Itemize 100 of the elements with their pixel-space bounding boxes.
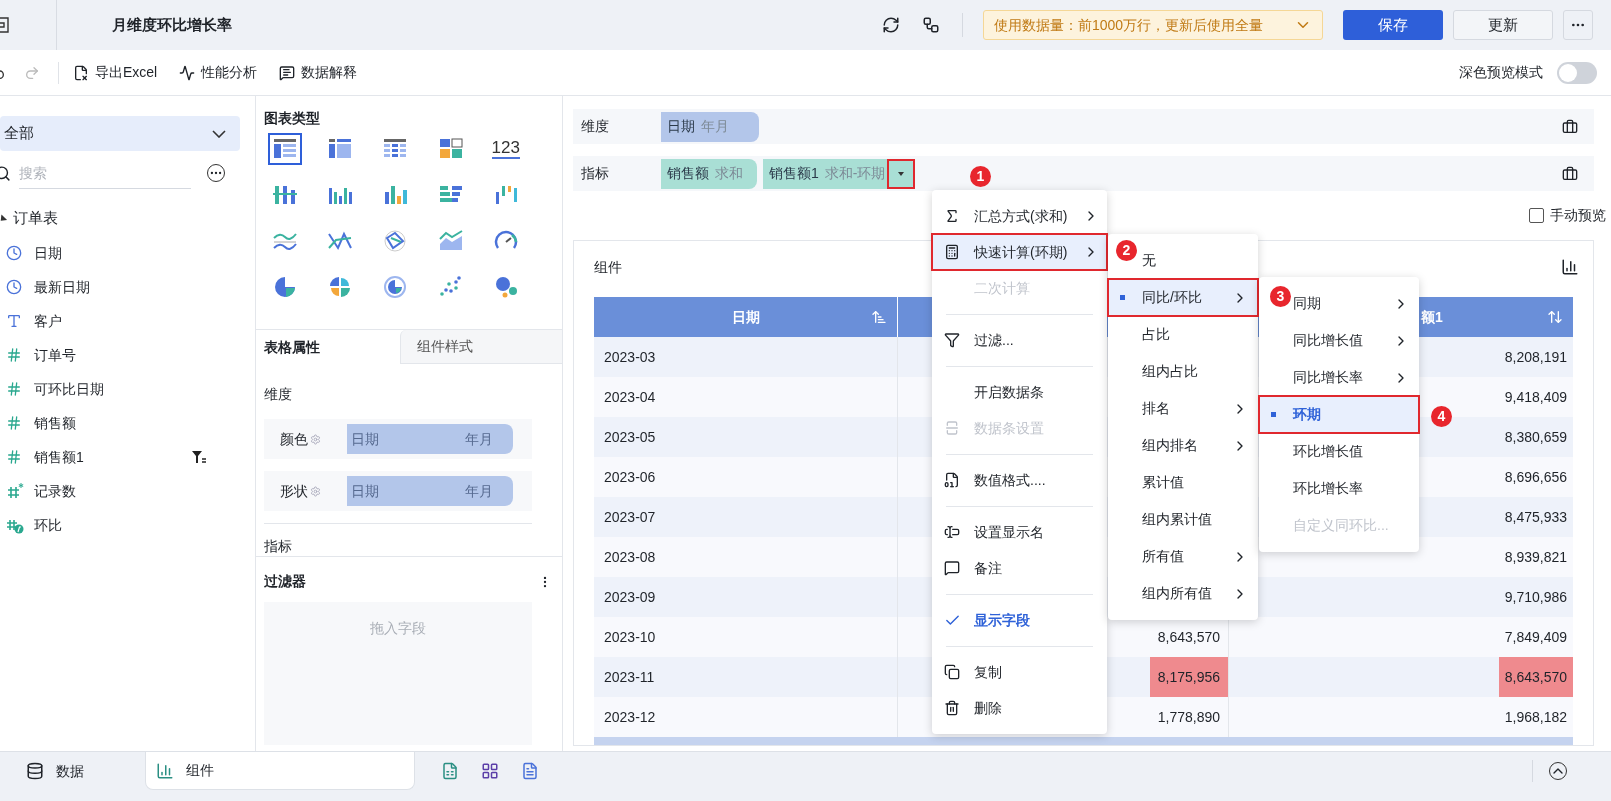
tree-node[interactable]: 订单表 [0, 201, 239, 236]
menu-item[interactable]: 同比增长值 [1293, 322, 1409, 359]
menu-item[interactable]: 显示字段 [932, 602, 1107, 638]
selected-marker-icon [1120, 295, 1125, 300]
add-chart-icon[interactable] [441, 762, 459, 780]
bars-icon[interactable] [1561, 258, 1579, 276]
menu-item[interactable]: 开启数据条 [932, 374, 1107, 410]
menu-item[interactable]: 组内占比 [1142, 353, 1248, 390]
toolbar-button[interactable]: 数据解释 [279, 62, 358, 83]
menu-item[interactable]: 快速计算(环期) [932, 234, 1107, 270]
field-item[interactable]: 日期 [34, 242, 239, 264]
checkbox[interactable] [1529, 207, 1544, 223]
menu-item[interactable]: 复制 [932, 654, 1107, 690]
briefcase-icon[interactable] [1562, 118, 1578, 135]
field-item[interactable]: 环比 [34, 514, 239, 536]
sigma-icon [944, 208, 960, 224]
filter-icon [944, 332, 960, 348]
comment-icon [944, 560, 960, 576]
toolbar-button[interactable]: 性能分析 [179, 62, 258, 83]
copy-icon [944, 664, 960, 680]
field-item[interactable]: 最新日期 [34, 276, 239, 298]
menu-item[interactable]: 环比增长值 [1293, 433, 1409, 470]
table-cell: 8,643,570 [1498, 657, 1573, 697]
briefcase-icon[interactable] [1562, 165, 1578, 182]
update-button[interactable]: 更新 [1453, 10, 1553, 40]
data-bar-icon [944, 420, 960, 436]
menu-item[interactable]: 同期 [1293, 285, 1409, 322]
flow-icon[interactable] [922, 16, 940, 34]
field-item[interactable]: 订单号 [34, 344, 239, 366]
field-item[interactable]: 可环比日期 [34, 378, 239, 400]
menu-item[interactable]: 删除 [932, 690, 1107, 726]
menu-item[interactable]: 占比 [1142, 316, 1248, 353]
menu-item[interactable]: 组内所有值 [1142, 575, 1248, 612]
table-cell-text: 8,643,570 [1156, 627, 1221, 647]
encoding-label: 形状 [280, 481, 309, 501]
menu-item[interactable]: 汇总方式(求和) [932, 198, 1107, 234]
property-tab[interactable]: 组件样式 [400, 330, 562, 364]
sort-icon[interactable] [1547, 309, 1563, 325]
shelf-label: 指标 [580, 164, 610, 183]
field-pill[interactable]: 销售额 求和 [661, 158, 757, 189]
panel-title: 图表类型 [264, 110, 320, 126]
add-text-icon[interactable] [521, 762, 539, 780]
refresh-icon[interactable] [882, 16, 900, 34]
menu-item[interactable]: 设置显示名 [932, 514, 1107, 550]
table-cell-text: 8,939,821 [1503, 547, 1568, 567]
menu-item[interactable]: 备注 [932, 550, 1107, 586]
bar-chart-icon [156, 761, 174, 780]
table-cell-text: 8,380,659 [1503, 427, 1568, 447]
dropdown-caret-icon[interactable] [887, 158, 916, 189]
menu-item[interactable]: 组内排名 [1142, 427, 1248, 464]
sort-icon[interactable] [871, 309, 887, 325]
menu-item[interactable]: 环期 [1259, 396, 1419, 433]
table-cell-text: 7,849,409 [1503, 627, 1568, 647]
shelf-label: 维度 [580, 117, 610, 136]
filter-title: 过滤器 [264, 572, 306, 591]
panel-icon[interactable] [0, 17, 10, 33]
table-cell-text: 8,475,933 [1503, 507, 1568, 527]
menu-item[interactable]: 数值格式.... [932, 462, 1107, 498]
field-item[interactable]: 记录数 [34, 480, 239, 502]
dark-preview-label: 深色预览模式 [1459, 63, 1543, 82]
rename-icon [944, 524, 960, 540]
field-item[interactable]: 销售额 [34, 412, 239, 434]
report-title: 月维度环比增长率 [112, 14, 232, 35]
menu-item[interactable]: 排名 [1142, 390, 1248, 427]
menu-item[interactable]: 累计值 [1142, 464, 1248, 501]
field-item[interactable]: 客户 [34, 310, 239, 332]
menu-item[interactable]: 组内累计值 [1142, 501, 1248, 538]
table-cell-text: 8,696,656 [1503, 467, 1568, 487]
menu-item[interactable]: 环比增长率 [1293, 470, 1409, 507]
field-item[interactable]: 销售额1 [34, 446, 191, 468]
toolbar-button[interactable]: 导出Excel [73, 62, 158, 83]
table-cell-text: 1,778,890 [1156, 707, 1221, 727]
search-field[interactable]: 搜索 [19, 157, 191, 189]
scope-dropdown[interactable]: 全部 [0, 116, 240, 151]
table-cell-text: 9,418,409 [1503, 387, 1568, 407]
chart-type-option[interactable] [268, 133, 302, 165]
table-cell-text: 9,710,986 [1503, 587, 1568, 607]
section-title: 指标 [264, 538, 292, 554]
bottom-tab[interactable]: 组件 [145, 752, 415, 790]
menu-item[interactable]: 过滤... [932, 322, 1107, 358]
dark-preview-toggle[interactable] [1557, 61, 1597, 84]
spreadsheet-icon [73, 64, 89, 81]
save-button[interactable]: 保存 [1343, 10, 1443, 40]
checkbox-label: 手动预览 [1550, 205, 1606, 225]
calculator-icon [944, 244, 960, 260]
table-cell: 8,175,956 [1149, 657, 1228, 697]
trash-icon [944, 700, 960, 716]
chevron-down-icon [212, 129, 226, 138]
menu-item[interactable]: 同比/环比 [1108, 279, 1258, 316]
field-pill[interactable]: 销售额1 求和-环期 [763, 158, 916, 189]
field-pill[interactable]: 日期 年月 [661, 111, 759, 142]
add-layout-icon[interactable] [481, 762, 499, 780]
menu-item[interactable]: 同比增长率 [1293, 359, 1409, 396]
bottom-tab[interactable]: 数据 [0, 752, 145, 790]
table-cell-text: 8,208,191 [1503, 347, 1568, 367]
database-icon [26, 762, 44, 780]
menu-item[interactable]: 无 [1142, 242, 1248, 279]
menu-item[interactable]: 所有值 [1142, 538, 1248, 575]
pulse-chart-icon [179, 64, 196, 81]
chart-type-option[interactable]: 123 [488, 133, 523, 165]
